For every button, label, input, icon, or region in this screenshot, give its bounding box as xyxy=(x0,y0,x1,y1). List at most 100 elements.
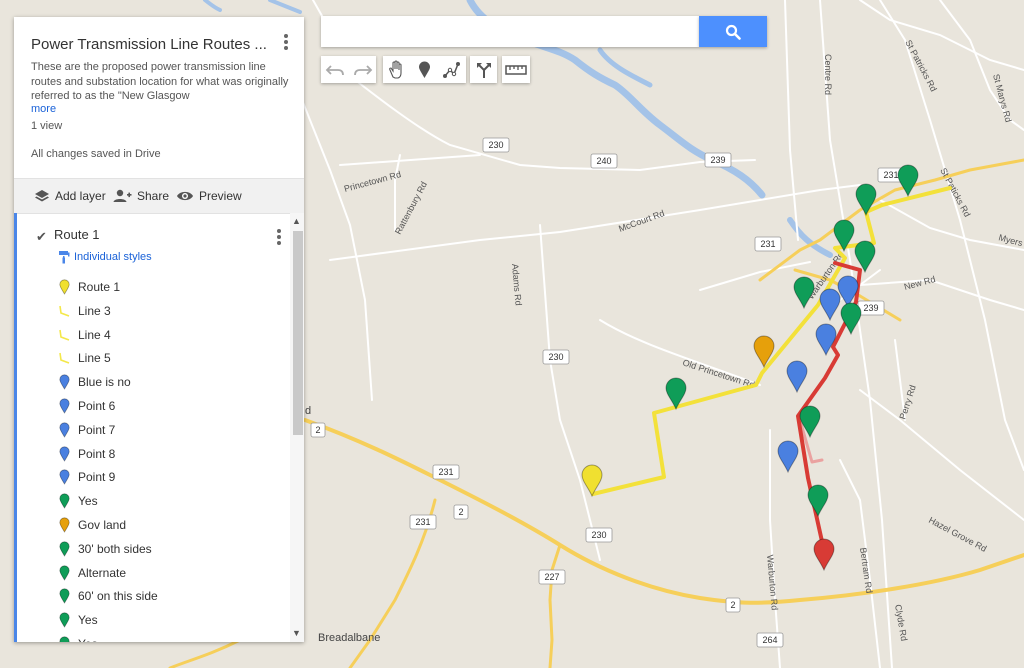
scroll-down-icon[interactable]: ▼ xyxy=(292,628,301,638)
line-icon xyxy=(58,302,70,320)
feature-label: Alternate xyxy=(78,565,127,580)
feature-label: Line 4 xyxy=(78,327,111,342)
directions-icon xyxy=(476,62,491,78)
highway-shield: 227 xyxy=(538,569,566,585)
pin-icon xyxy=(58,421,70,439)
highway-shield: 230 xyxy=(482,137,510,153)
svg-text:231: 231 xyxy=(438,467,453,477)
layer-name[interactable]: Route 1 xyxy=(54,227,100,242)
feature-item[interactable]: Gov land xyxy=(58,515,126,535)
map-sidebar-panel: Power Transmission Line Routes ... These… xyxy=(14,17,304,642)
individual-styles-label: Individual styles xyxy=(74,251,152,263)
feature-item[interactable]: Yes xyxy=(58,491,98,511)
svg-text:2: 2 xyxy=(458,507,463,517)
layers-icon xyxy=(35,190,49,202)
measure-tool[interactable] xyxy=(502,56,530,83)
layer-selected-indicator xyxy=(14,213,17,642)
feature-item[interactable]: 30' both sides xyxy=(58,539,152,559)
svg-text:230: 230 xyxy=(548,352,563,362)
paint-roller-icon xyxy=(59,251,70,264)
panel-toolbar: Add layer Share Preview xyxy=(14,178,304,214)
highway-shield: 239 xyxy=(704,152,732,168)
svg-text:2: 2 xyxy=(730,600,735,610)
add-marker-icon[interactable] xyxy=(411,59,438,81)
more-link[interactable]: more xyxy=(31,103,56,115)
feature-item[interactable]: Point 9 xyxy=(58,467,115,487)
pin-icon xyxy=(58,564,70,582)
feature-item[interactable]: Yes xyxy=(58,634,98,642)
feature-label: Line 3 xyxy=(78,303,111,318)
feature-item[interactable]: Blue is no xyxy=(58,372,131,392)
feature-item[interactable]: Point 6 xyxy=(58,396,115,416)
share-button[interactable]: Share xyxy=(112,179,169,213)
svg-text:227: 227 xyxy=(544,572,559,582)
feature-item[interactable]: Yes xyxy=(58,610,98,630)
search-button[interactable] xyxy=(699,16,767,47)
individual-styles-link[interactable]: Individual styles xyxy=(58,250,152,264)
undo-icon[interactable] xyxy=(323,60,349,80)
feature-label: Line 5 xyxy=(78,351,111,366)
pin-icon xyxy=(58,397,70,415)
pin-icon xyxy=(58,635,70,642)
svg-text:231: 231 xyxy=(760,239,775,249)
feature-item[interactable]: Line 4 xyxy=(58,325,111,345)
map-tool-group xyxy=(383,56,466,83)
feature-item[interactable]: Alternate xyxy=(58,563,126,583)
pan-hand-icon[interactable] xyxy=(384,59,411,81)
scroll-thumb[interactable] xyxy=(293,231,303,435)
svg-text:231: 231 xyxy=(883,170,898,180)
feature-label: Point 6 xyxy=(78,399,116,413)
map-search-input[interactable] xyxy=(321,16,699,47)
feature-item[interactable]: Point 7 xyxy=(58,420,115,440)
feature-label: Gov land xyxy=(78,518,127,532)
pin-icon xyxy=(58,540,70,558)
feature-label: Route 1 xyxy=(78,280,121,294)
highway-shield: 231 xyxy=(409,514,437,530)
feature-item[interactable]: Point 8 xyxy=(58,444,115,464)
svg-text:239: 239 xyxy=(863,303,878,313)
scroll-up-icon[interactable]: ▲ xyxy=(292,216,301,226)
svg-text:230: 230 xyxy=(488,140,503,150)
svg-text:240: 240 xyxy=(596,156,611,166)
feature-label: Yes xyxy=(78,637,98,642)
layer-route-1: ✔ Route 1 Individual styles Route 1 Line … xyxy=(14,213,304,642)
title-options-icon[interactable] xyxy=(284,34,288,50)
svg-text:230: 230 xyxy=(591,530,606,540)
pin-icon xyxy=(58,492,70,510)
place-label-breadalbane: Breadalbane xyxy=(318,632,380,644)
map-description: These are the proposed power transmissio… xyxy=(31,61,289,102)
feature-label: Point 9 xyxy=(78,470,116,485)
draw-line-icon[interactable] xyxy=(438,59,465,81)
feature-label: Point 7 xyxy=(78,422,116,437)
road-label-centre-rd: Centre Rd xyxy=(823,54,833,95)
highway-shield: 231 xyxy=(754,236,782,252)
preview-label: Preview xyxy=(199,189,242,203)
add-layer-button[interactable]: Add layer xyxy=(34,179,106,213)
highway-shield: 231 xyxy=(432,464,460,480)
feature-item[interactable]: Line 3 xyxy=(58,301,111,321)
feature-item[interactable]: Line 5 xyxy=(58,348,111,368)
svg-text:2: 2 xyxy=(315,425,320,435)
layer-visibility-checkbox[interactable]: ✔ xyxy=(36,229,47,245)
pin-icon xyxy=(58,373,70,391)
svg-text:239: 239 xyxy=(710,155,725,165)
pin-icon xyxy=(58,468,70,486)
line-icon xyxy=(58,326,70,344)
feature-item[interactable]: 60' on this side xyxy=(58,586,158,606)
highway-shield: 264 xyxy=(756,632,784,648)
highway-shield: 240 xyxy=(590,153,618,169)
add-person-icon xyxy=(113,189,132,202)
directions-tool[interactable] xyxy=(470,56,497,83)
feature-item[interactable]: Route 1 xyxy=(58,277,120,297)
redo-icon[interactable] xyxy=(349,60,375,80)
highway-shield: 230 xyxy=(585,527,613,543)
feature-label: 30' both sides xyxy=(78,541,152,556)
preview-button[interactable]: Preview xyxy=(176,179,242,213)
layer-scrollbar[interactable]: ▲ ▼ xyxy=(290,213,304,642)
map-title[interactable]: Power Transmission Line Routes ... xyxy=(31,36,271,53)
feature-label: Blue is no xyxy=(78,375,131,390)
pin-icon xyxy=(58,587,70,605)
highway-shield: 230 xyxy=(542,349,570,365)
highway-shield: 2 xyxy=(310,422,326,438)
layer-options-icon[interactable] xyxy=(277,229,281,245)
